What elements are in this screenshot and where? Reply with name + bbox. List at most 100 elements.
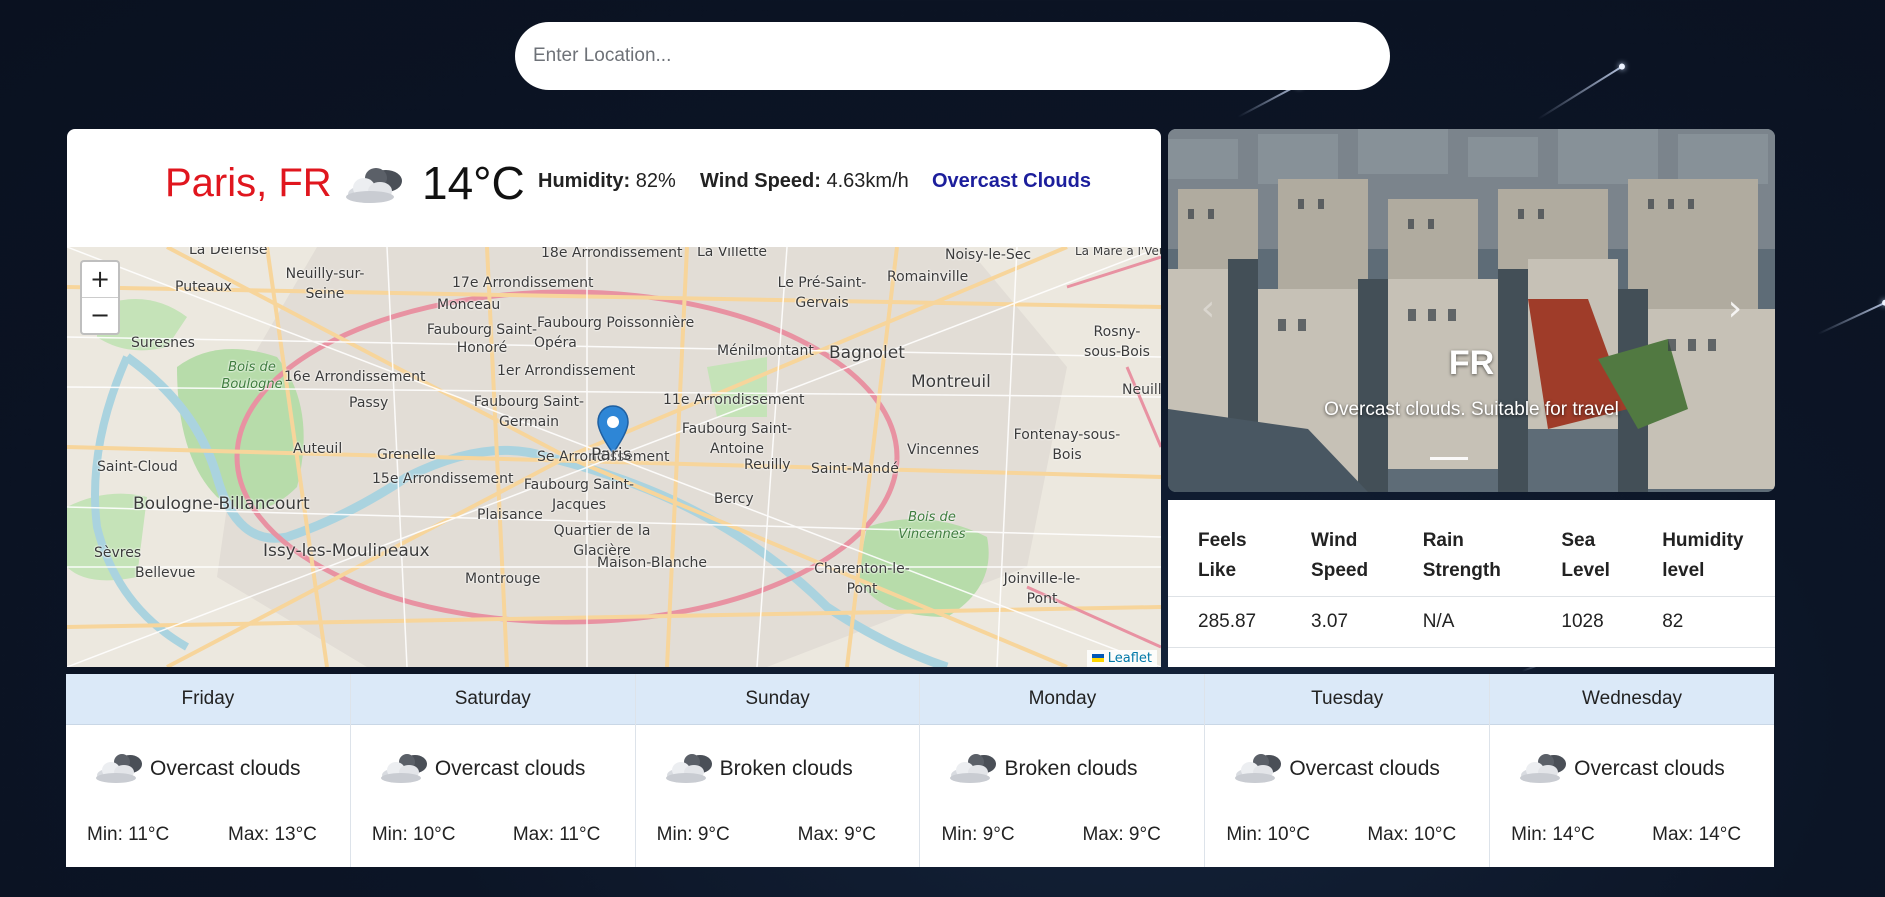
map-label: Maison-Blanche xyxy=(597,555,707,571)
map-label: Bois de Boulogne xyxy=(221,360,283,392)
forecast-day-name: Saturday xyxy=(350,674,635,725)
map-label: Monceau xyxy=(437,297,501,313)
map-label: Le Pré-Saint-Gervais xyxy=(777,275,867,311)
overcast-clouds-icon xyxy=(342,164,408,211)
map-label: Noisy-le-Sec xyxy=(945,247,1032,263)
forecast-condition: Overcast clouds xyxy=(92,754,301,783)
forecast-condition-text: Broken clouds xyxy=(1004,757,1138,780)
map-label: Ménilmontant xyxy=(717,343,814,359)
location-map[interactable]: La Défense 18e Arrondissement La Villett… xyxy=(67,247,1161,667)
humidity-stat: Humidity: 82% xyxy=(538,170,676,193)
map-label: Faubourg Poissonnière xyxy=(537,315,695,331)
humidity-level-header: Humidity level xyxy=(1632,500,1775,597)
sea-level-header: Sea Level xyxy=(1531,500,1633,597)
sea-level-value: 1028 xyxy=(1531,596,1633,648)
city-name: Paris, FR xyxy=(165,161,332,205)
map-label: Faubourg Saint-Germain xyxy=(473,394,585,430)
map-label: Grenelle xyxy=(377,447,436,463)
forecast-condition-text: Overcast clouds xyxy=(434,757,586,780)
rain-strength-header: Rain Strength xyxy=(1392,500,1532,597)
forecast-condition: Broken clouds xyxy=(662,754,853,783)
map-label: Neuilly xyxy=(1122,382,1161,398)
cloud-icon xyxy=(92,751,146,791)
forecast-day-name: Sunday xyxy=(635,674,920,725)
cloud-icon xyxy=(1516,751,1570,791)
map-label: Reuilly xyxy=(744,457,791,473)
forecast-max-temp: Max: 10°C xyxy=(1367,824,1457,845)
map-label: Puteaux xyxy=(175,279,232,295)
map-label: Opéra xyxy=(534,335,577,351)
forecast-condition: Overcast clouds xyxy=(1516,754,1725,783)
location-search-input[interactable] xyxy=(515,22,1390,90)
wind-speed-value: 4.63km/h xyxy=(826,170,909,192)
carousel-prev-button[interactable]: ‹ xyxy=(1188,289,1228,329)
map-label: Saint-Cloud xyxy=(97,459,178,475)
details-header-row: Feels Like Wind Speed Rain Strength Sea Leve… xyxy=(1168,500,1775,597)
map-label: Rosny-sous-Bois xyxy=(1084,324,1150,360)
carousel-next-button[interactable]: › xyxy=(1715,289,1755,329)
map-label: Bagnolet xyxy=(829,343,905,363)
map-label: Issy-les-Moulineaux xyxy=(263,541,430,561)
shooting-star-decoration xyxy=(1817,301,1885,335)
map-label: Montreuil xyxy=(911,372,991,392)
feels-like-header: Feels Like xyxy=(1168,500,1282,597)
map-label: La Défense xyxy=(189,247,268,258)
forecast-day-card: Friday Overcast clouds Min: 11°C Max: 13… xyxy=(66,674,351,867)
forecast-day-card: Sunday Broken clouds Min: 9°C Max: 9°C xyxy=(635,674,921,867)
map-label: 16e Arrondissement xyxy=(284,369,426,385)
forecast-max-temp: Max: 11°C xyxy=(512,824,601,845)
forecast-min-temp: Min: 11°C xyxy=(87,824,170,845)
carousel-indicator[interactable] xyxy=(1430,457,1468,460)
forecast-day-card: Wednesday Overcast clouds Min: 14°C Max:… xyxy=(1490,674,1774,867)
weather-details-table: Feels Like Wind Speed Rain Strength Sea Leve… xyxy=(1168,500,1775,667)
map-label: Neuilly-sur-Seine xyxy=(285,266,365,302)
wind-speed-header: Wind Speed xyxy=(1281,500,1393,597)
cloud-icon xyxy=(377,751,431,791)
forecast-day-card: Saturday Overcast clouds Min: 10°C Max: … xyxy=(350,674,636,867)
carousel-caption-text: Overcast clouds. Suitable for travel xyxy=(1324,399,1619,420)
zoom-out-button[interactable]: − xyxy=(82,297,118,333)
wind-speed-value: 3.07 xyxy=(1281,596,1393,648)
map-label: Romainville xyxy=(887,269,969,285)
cloud-icon xyxy=(946,751,1000,791)
zoom-in-button[interactable]: + xyxy=(82,262,118,297)
humidity-level-value: 82 xyxy=(1632,596,1775,648)
map-label: 15e Arrondissement xyxy=(372,471,514,487)
shooting-star-decoration xyxy=(1537,65,1624,120)
forecast-max-temp: Max: 9°C xyxy=(1082,824,1161,845)
map-label: Saint-Mandé xyxy=(811,461,899,477)
weather-description: Overcast Clouds xyxy=(932,170,1091,192)
map-marker-label: Paris xyxy=(591,445,632,465)
map-label: Boulogne-Billancourt xyxy=(133,494,310,514)
carousel-caption-title: FR xyxy=(1448,344,1495,382)
map-attribution[interactable]: Leaflet xyxy=(1086,650,1157,667)
forecast-day-name: Friday xyxy=(66,674,350,725)
humidity-label: Humidity: xyxy=(538,170,631,192)
map-label: Joinville-le-Pont xyxy=(1003,571,1081,607)
forecast-condition: Overcast clouds xyxy=(1231,754,1440,783)
map-label: 1er Arrondissement xyxy=(497,363,636,379)
wind-speed-stat: Wind Speed: 4.63km/h xyxy=(700,170,909,193)
details-value-row: 285.87 3.07 N/A 1028 82 xyxy=(1168,596,1775,648)
cloud-icon xyxy=(662,751,716,791)
map-label: 17e Arrondissement xyxy=(452,275,594,291)
map-label: 18e Arrondissement xyxy=(541,247,683,261)
map-label: Vincennes xyxy=(907,442,979,458)
cloud-icon xyxy=(1231,751,1285,791)
city-photo xyxy=(1168,129,1775,492)
current-weather-header: Paris, FR 14°C Humidity: 82% Wind Speed:… xyxy=(67,129,1161,247)
leaflet-link[interactable]: Leaflet xyxy=(1108,651,1152,666)
humidity-value: 82% xyxy=(635,170,676,192)
forecast-max-temp: Max: 13°C xyxy=(228,824,317,845)
forecast-strip: Friday Overcast clouds Min: 11°C Max: 13… xyxy=(66,674,1774,867)
forecast-max-temp: Max: 9°C xyxy=(797,824,876,845)
ukraine-flag-icon xyxy=(1091,654,1104,662)
forecast-day-name: Wednesday xyxy=(1490,674,1774,725)
forecast-condition-text: Overcast clouds xyxy=(1574,757,1725,780)
feels-like-value: 285.87 xyxy=(1168,596,1282,648)
map-label: Auteuil xyxy=(293,441,343,457)
map-label: Charenton-le-Pont xyxy=(814,561,910,597)
forecast-min-temp: Min: 10°C xyxy=(1226,824,1310,845)
forecast-day-name: Monday xyxy=(920,674,1205,725)
forecast-condition-text: Broken clouds xyxy=(719,757,853,780)
